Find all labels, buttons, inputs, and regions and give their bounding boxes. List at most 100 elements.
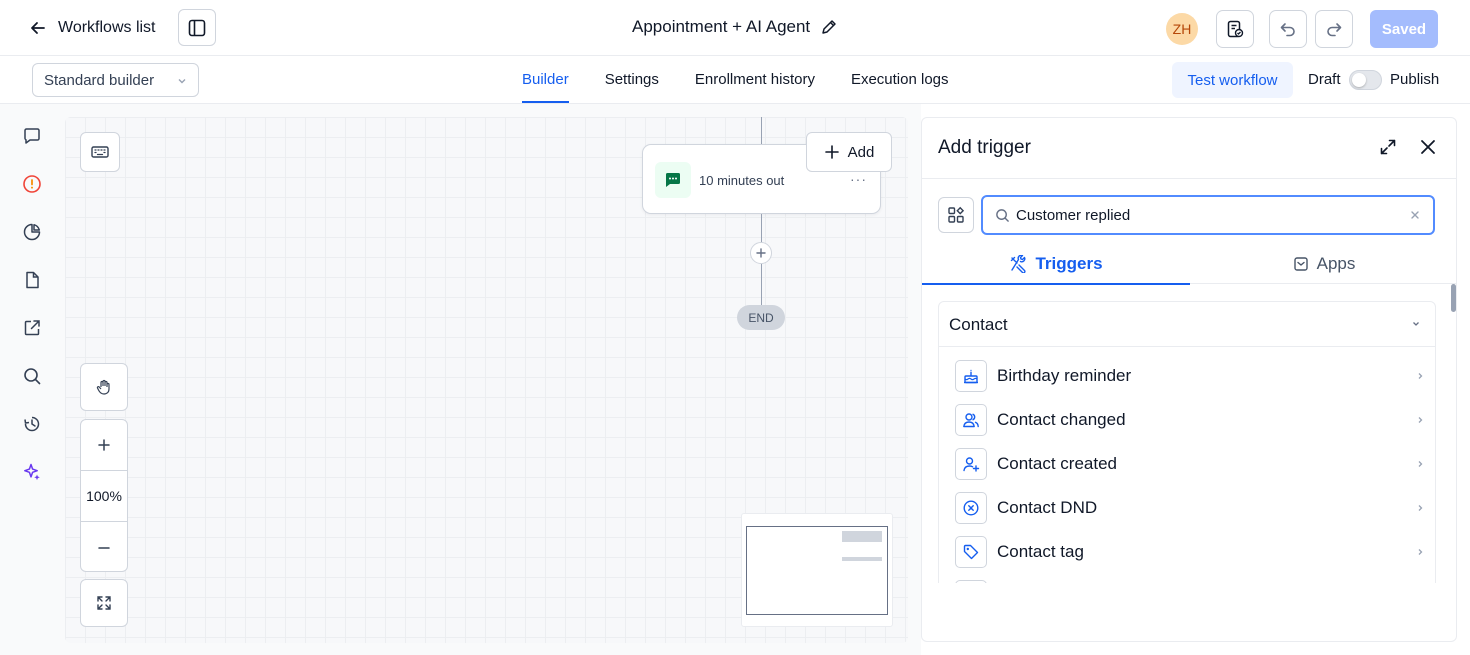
chat-icon[interactable]	[20, 124, 44, 148]
end-node: END	[737, 305, 785, 330]
list-item[interactable]: Contact changed	[955, 404, 1425, 436]
minus-icon	[97, 541, 111, 555]
users-icon	[955, 404, 987, 436]
tab-apps[interactable]: Apps	[1190, 244, 1456, 284]
zoom-controls: 100%	[80, 419, 128, 572]
tab-builder[interactable]: Builder	[504, 56, 587, 103]
zoom-out-button[interactable]	[81, 522, 127, 573]
panel-title: Add trigger	[938, 137, 1031, 158]
add-label: Add	[847, 143, 875, 161]
test-workflow-button[interactable]: Test workflow	[1172, 62, 1293, 98]
panel-header: Add trigger	[922, 118, 1456, 179]
workflow-title-text: Appointment + AI Agent	[632, 17, 811, 36]
builder-mode-select[interactable]: Standard builder	[32, 63, 199, 97]
alert-circle-icon[interactable]	[20, 172, 44, 196]
panel-tabs: Triggers Apps	[922, 244, 1456, 285]
user-plus-icon	[955, 448, 987, 480]
chevron-right-icon	[1415, 415, 1425, 425]
plus-icon	[824, 144, 840, 160]
chevron-right-icon	[1415, 547, 1425, 557]
publish-label: Publish	[1390, 71, 1440, 88]
zoom-level: 100%	[81, 471, 127, 522]
clear-search-icon[interactable]	[1409, 209, 1421, 221]
workflow-canvas[interactable]: 10 minutes out ··· Add END 100%	[65, 117, 908, 643]
undo-button[interactable]	[1269, 10, 1307, 48]
publish-toggle[interactable]	[1349, 70, 1382, 90]
more-options-icon[interactable]: ···	[850, 171, 867, 187]
x-circle-icon	[955, 492, 987, 524]
expand-icon[interactable]	[1378, 137, 1398, 157]
tab-enrollment-history[interactable]: Enrollment history	[677, 56, 833, 103]
view-toggle-button[interactable]	[938, 197, 974, 233]
tab-execution-logs[interactable]: Execution logs	[833, 56, 967, 103]
add-button[interactable]: Add	[806, 132, 892, 172]
zoom-in-button[interactable]	[81, 420, 127, 471]
list-item-icon	[955, 580, 987, 583]
pan-tool-button[interactable]	[80, 363, 128, 411]
list-item[interactable]	[955, 580, 1425, 583]
undo-icon	[1278, 19, 1298, 39]
list-item[interactable]: Contact DND	[955, 492, 1425, 524]
group-title: Contact	[949, 315, 1008, 334]
tab-triggers[interactable]: Triggers	[922, 244, 1190, 285]
plus-icon	[97, 438, 111, 452]
builder-mode-value: Standard builder	[44, 71, 155, 89]
toggle-sidebar-button[interactable]	[178, 9, 216, 46]
keyboard-shortcuts-button[interactable]	[80, 132, 120, 172]
list-item[interactable]: Birthday reminder	[955, 360, 1425, 392]
workflow-tabs: Builder Settings Enrollment history Exec…	[504, 56, 967, 104]
tools-icon	[1009, 255, 1027, 273]
item-label: Contact changed	[997, 410, 1126, 429]
trigger-list: Contact Birthday reminder Contact change…	[922, 285, 1456, 583]
add-step-button[interactable]	[750, 242, 772, 264]
redo-icon	[1324, 19, 1344, 39]
plus-icon	[755, 247, 767, 259]
item-label: Contact created	[997, 454, 1118, 473]
builder-toolbar: Standard builder Builder Settings Enroll…	[0, 56, 1470, 104]
keyboard-icon	[90, 142, 110, 162]
minimap[interactable]	[741, 513, 893, 627]
arrow-left-icon	[28, 18, 48, 38]
left-rail	[0, 104, 64, 655]
chevron-right-icon	[1415, 371, 1425, 381]
clipboard-check-icon	[1225, 19, 1245, 39]
expand-icon	[96, 595, 112, 611]
group-header[interactable]: Contact	[939, 302, 1435, 347]
search-icon[interactable]	[20, 364, 44, 388]
external-link-icon[interactable]	[20, 316, 44, 340]
draft-label: Draft	[1308, 71, 1341, 88]
tab-triggers-label: Triggers	[1035, 254, 1103, 273]
item-label: Contact DND	[997, 498, 1098, 517]
pencil-edit-icon[interactable]	[820, 18, 838, 36]
redo-button[interactable]	[1315, 10, 1353, 48]
saved-button[interactable]: Saved	[1370, 10, 1438, 48]
tab-settings[interactable]: Settings	[587, 56, 677, 103]
back-label: Workflows list	[58, 19, 156, 36]
trigger-search	[981, 195, 1435, 235]
scrollbar[interactable]	[1451, 284, 1456, 312]
back-to-workflows-button[interactable]: Workflows list	[28, 13, 156, 43]
step-label: 10 minutes out	[699, 173, 785, 188]
document-icon[interactable]	[20, 268, 44, 292]
notes-button[interactable]	[1216, 10, 1254, 48]
workflow-title: Appointment + AI Agent	[632, 17, 838, 37]
minimap-node	[842, 531, 882, 542]
chevron-down-icon	[1411, 319, 1421, 329]
pie-chart-icon[interactable]	[20, 220, 44, 244]
search-input[interactable]	[1016, 206, 1396, 224]
item-label: Birthday reminder	[997, 366, 1132, 385]
history-icon[interactable]	[20, 412, 44, 436]
minimap-node	[842, 557, 882, 561]
user-avatar[interactable]: ZH	[1166, 13, 1198, 45]
top-header: Workflows list Appointment + AI Agent ZH…	[0, 0, 1470, 56]
toggle-knob	[1352, 73, 1366, 87]
chevron-right-icon	[1415, 459, 1425, 469]
tag-icon	[955, 536, 987, 568]
chevron-down-icon	[176, 75, 188, 87]
close-icon[interactable]	[1418, 137, 1438, 157]
list-item[interactable]: Contact created	[955, 448, 1425, 480]
list-item[interactable]: Contact tag	[955, 536, 1425, 568]
sparkle-icon[interactable]	[20, 460, 44, 484]
fit-view-button[interactable]	[80, 579, 128, 627]
cake-icon	[955, 360, 987, 392]
